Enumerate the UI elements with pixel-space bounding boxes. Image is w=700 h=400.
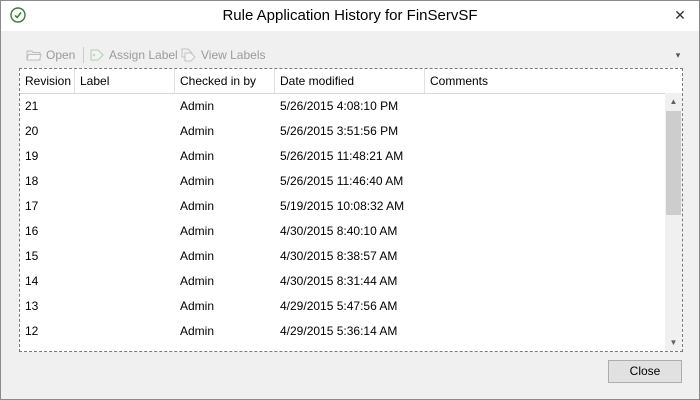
label-cell bbox=[75, 294, 175, 319]
scroll-down-icon[interactable]: ▼ bbox=[665, 334, 682, 351]
revision-cell: 13 bbox=[25, 299, 39, 313]
table-row[interactable]: 15 Admin 4/30/2015 8:38:57 AM bbox=[20, 244, 665, 269]
date-modified-cell: 4/29/2015 5:47:56 AM bbox=[280, 299, 398, 313]
toolbar-separator bbox=[83, 47, 84, 63]
window-title: Rule Application History for FinServSF bbox=[222, 7, 478, 24]
open-label: Open bbox=[46, 48, 76, 62]
scroll-up-icon[interactable]: ▲ bbox=[665, 93, 682, 110]
table-row[interactable]: 18 Admin 5/26/2015 11:46:40 AM bbox=[20, 169, 665, 194]
table-row[interactable]: 14 Admin 4/30/2015 8:31:44 AM bbox=[20, 269, 665, 294]
revision-cell: 11 bbox=[20, 344, 75, 351]
folder-open-icon bbox=[26, 50, 42, 61]
comments-cell bbox=[425, 344, 665, 351]
checked-in-by-cell: Admin bbox=[180, 124, 215, 138]
grid-header: Revision Label Checked in by Date modifi… bbox=[20, 69, 682, 94]
table-row[interactable]: 20 Admin 5/26/2015 3:51:56 PM bbox=[20, 119, 665, 144]
checked-in-by-cell: Admin bbox=[180, 199, 215, 213]
comments-cell bbox=[425, 119, 665, 144]
label-cell bbox=[75, 219, 175, 244]
scrollbar-thumb[interactable] bbox=[666, 111, 681, 215]
window-close-icon[interactable]: ✕ bbox=[669, 5, 691, 25]
column-header-checked-in-by[interactable]: Checked in by bbox=[175, 69, 275, 93]
title-bar: Rule Application History for FinServSF ✕ bbox=[1, 1, 699, 31]
toolbar: Open Assign Label View Labels ▾ bbox=[19, 43, 683, 67]
label-cell bbox=[75, 169, 175, 194]
assign-label-text: Assign Label bbox=[109, 48, 178, 62]
comments-cell bbox=[425, 144, 665, 169]
revision-cell: 16 bbox=[25, 224, 39, 238]
column-header-date-modified[interactable]: Date modified bbox=[275, 69, 425, 93]
label-cell bbox=[75, 144, 175, 169]
label-cell bbox=[75, 344, 175, 351]
tag-icon bbox=[90, 49, 104, 61]
checked-in-by-cell: Admin bbox=[180, 249, 215, 263]
label-cell bbox=[75, 244, 175, 269]
table-row[interactable]: 11 Admin 4/29/2015 5:30:19 AM bbox=[20, 344, 665, 351]
date-modified-cell: 4/30/2015 8:31:44 AM bbox=[280, 274, 398, 288]
date-modified-cell: 5/26/2015 3:51:56 PM bbox=[280, 124, 399, 138]
checked-in-by-cell: Admin bbox=[180, 224, 215, 238]
column-header-revision[interactable]: Revision bbox=[20, 69, 75, 93]
date-modified-cell: 4/29/2015 5:30:19 AM bbox=[275, 344, 425, 351]
comments-cell bbox=[425, 219, 665, 244]
table-row[interactable]: 21 Admin 5/26/2015 4:08:10 PM bbox=[20, 94, 665, 119]
date-modified-cell: 5/19/2015 10:08:32 AM bbox=[280, 199, 405, 213]
checked-in-by-cell: Admin bbox=[180, 274, 215, 288]
table-row[interactable]: 17 Admin 5/19/2015 10:08:32 AM bbox=[20, 194, 665, 219]
checked-in-by-cell: Admin bbox=[180, 174, 215, 188]
date-modified-cell: 4/30/2015 8:40:10 AM bbox=[280, 224, 398, 238]
comments-cell bbox=[425, 94, 665, 119]
date-modified-cell: 4/30/2015 8:38:57 AM bbox=[280, 249, 398, 263]
history-dialog: Rule Application History for FinServSF ✕… bbox=[0, 0, 700, 400]
comments-cell bbox=[425, 319, 665, 344]
checked-in-by-cell: Admin bbox=[180, 299, 215, 313]
comments-cell bbox=[425, 244, 665, 269]
comments-cell bbox=[425, 269, 665, 294]
column-header-label[interactable]: Label bbox=[75, 69, 175, 93]
revision-grid: Revision Label Checked in by Date modifi… bbox=[19, 68, 683, 352]
checked-in-by-cell: Admin bbox=[175, 344, 275, 351]
revision-cell: 18 bbox=[25, 174, 39, 188]
revision-cell: 12 bbox=[25, 324, 39, 338]
table-row[interactable]: 13 Admin 4/29/2015 5:47:56 AM bbox=[20, 294, 665, 319]
date-modified-cell: 5/26/2015 4:08:10 PM bbox=[280, 99, 399, 113]
comments-cell bbox=[425, 294, 665, 319]
revision-cell: 15 bbox=[25, 249, 39, 263]
table-row[interactable]: 16 Admin 4/30/2015 8:40:10 AM bbox=[20, 219, 665, 244]
label-cell bbox=[75, 269, 175, 294]
toolbar-overflow-icon[interactable]: ▾ bbox=[673, 49, 683, 61]
label-cell bbox=[75, 94, 175, 119]
label-cell bbox=[75, 194, 175, 219]
column-header-comments[interactable]: Comments bbox=[425, 69, 682, 93]
revision-cell: 19 bbox=[25, 149, 39, 163]
label-cell bbox=[75, 119, 175, 144]
date-modified-cell: 4/29/2015 5:36:14 AM bbox=[280, 324, 398, 338]
checked-in-by-cell: Admin bbox=[180, 149, 215, 163]
tags-icon bbox=[181, 48, 196, 62]
vertical-scrollbar[interactable]: ▲ ▼ bbox=[665, 93, 682, 351]
date-modified-cell: 5/26/2015 11:48:21 AM bbox=[280, 149, 404, 163]
revision-cell: 14 bbox=[25, 274, 39, 288]
label-cell bbox=[75, 319, 175, 344]
comments-cell bbox=[425, 169, 665, 194]
checked-in-by-cell: Admin bbox=[180, 99, 215, 113]
date-modified-cell: 5/26/2015 11:46:40 AM bbox=[280, 174, 404, 188]
grid-rows: 21 Admin 5/26/2015 4:08:10 PM 20 Admin 5… bbox=[20, 94, 665, 351]
table-row[interactable]: 12 Admin 4/29/2015 5:36:14 AM bbox=[20, 319, 665, 344]
revision-cell: 21 bbox=[25, 99, 39, 113]
view-labels-text: View Labels bbox=[201, 48, 266, 62]
table-row[interactable]: 19 Admin 5/26/2015 11:48:21 AM bbox=[20, 144, 665, 169]
revision-cell: 20 bbox=[25, 124, 39, 138]
checked-in-by-cell: Admin bbox=[180, 324, 215, 338]
comments-cell bbox=[425, 194, 665, 219]
revision-cell: 17 bbox=[25, 199, 39, 213]
close-button[interactable]: Close bbox=[608, 360, 682, 383]
